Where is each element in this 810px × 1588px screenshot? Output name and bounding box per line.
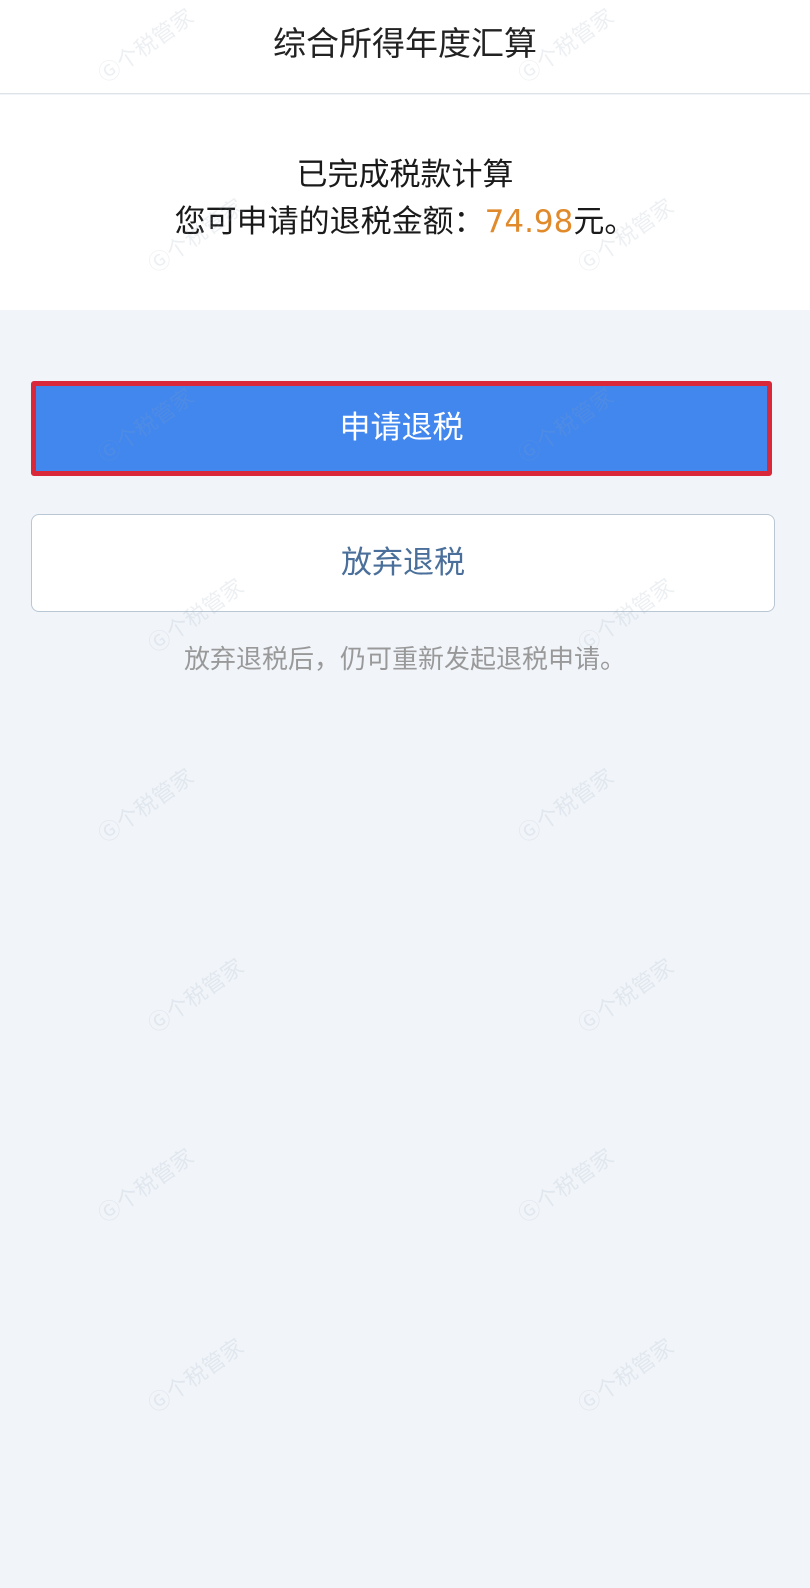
calculation-status: 已完成税款计算 xyxy=(296,157,514,193)
result-card: 已完成税款计算 您可申请的退税金额：74.98元。 xyxy=(0,95,810,310)
refund-amount-value: 74.98 xyxy=(484,204,574,240)
watermark-logo: Ⓖ个税管家 xyxy=(574,954,679,1039)
watermark-logo: Ⓖ个税管家 xyxy=(514,1144,619,1229)
watermark-logo: Ⓖ个税管家 xyxy=(144,954,249,1039)
watermark-logo: Ⓖ个税管家 xyxy=(514,764,619,849)
abandon-hint: 放弃退税后，仍可重新发起退税申请。 xyxy=(183,645,626,675)
watermark-logo: Ⓖ个税管家 xyxy=(574,1334,679,1419)
refund-amount-label: 您可申请的退税金额： xyxy=(174,204,485,240)
apply-refund-button[interactable]: 申请退税 xyxy=(36,386,767,471)
nav-header: 综合所得年度汇算 xyxy=(0,0,810,94)
abandon-refund-button[interactable]: 放弃退税 xyxy=(31,514,775,612)
watermark-logo: Ⓖ个税管家 xyxy=(94,764,199,849)
refund-amount-unit: 元。 xyxy=(573,204,636,240)
watermark-logo: Ⓖ个税管家 xyxy=(144,1334,249,1419)
page-title: 综合所得年度汇算 xyxy=(273,24,537,63)
refund-amount-line: 您可申请的退税金额：74.98元。 xyxy=(0,202,810,242)
watermark-logo: Ⓖ个税管家 xyxy=(94,1144,199,1229)
